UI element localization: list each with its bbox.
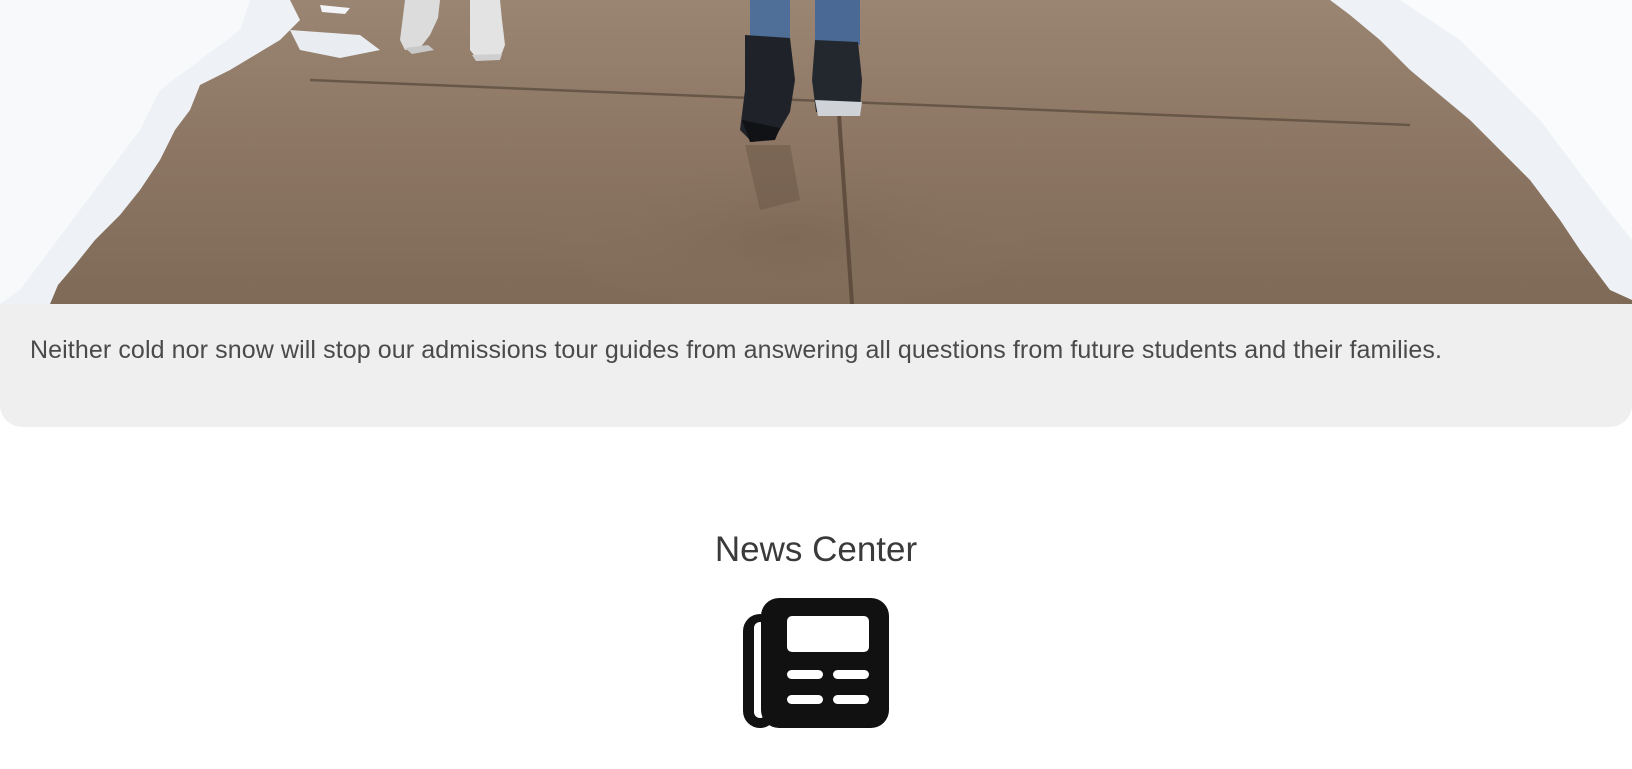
news-center-title[interactable]: News Center bbox=[0, 520, 1632, 580]
photo-caption-box: Neither cold nor snow will stop our admi… bbox=[0, 304, 1632, 427]
news-center-section: News Center bbox=[0, 520, 1632, 728]
newspaper-icon[interactable] bbox=[743, 598, 889, 728]
photo-caption: Neither cold nor snow will stop our admi… bbox=[30, 336, 1443, 364]
page: Neither cold nor snow will stop our admi… bbox=[0, 0, 1632, 769]
hero-photo bbox=[0, 0, 1632, 304]
